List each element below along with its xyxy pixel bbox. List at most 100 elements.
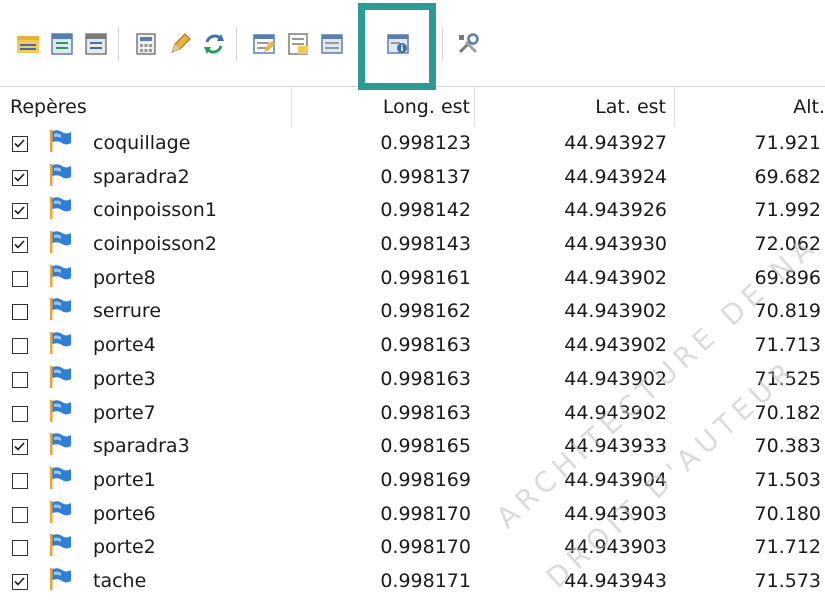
marker-latitude: 44.943924 [564,165,667,188]
marker-altitude: 70.383 [754,435,821,458]
marker-checkbox[interactable] [12,338,28,355]
marker-name: porte2 [93,536,156,559]
flag-icon [47,128,73,154]
marker-altitude: 71.992 [754,199,821,222]
marker-longitude: 0.998142 [380,199,471,222]
marker-longitude: 0.998163 [380,334,471,357]
list-item[interactable]: porte3 0.998163 44.943902 71.525 [0,363,825,397]
marker-latitude: 44.943902 [564,266,667,289]
marker-altitude: 72.062 [754,233,821,256]
column-header-name[interactable]: Repères [0,87,292,127]
flag-icon [47,162,73,188]
marker-checkbox[interactable] [12,472,28,489]
marker-longitude: 0.998169 [380,468,471,491]
table-import-icon[interactable] [80,28,112,60]
marker-longitude: 0.998170 [380,536,471,559]
marker-checkbox[interactable] [12,237,28,254]
list-highlight-icon[interactable] [282,28,314,60]
marker-name: sparadra2 [93,165,190,188]
marker-checkbox[interactable] [12,405,28,422]
marker-latitude: 44.943927 [564,132,667,154]
list-item[interactable]: porte2 0.998170 44.943903 71.712 [0,531,825,565]
marker-longitude: 0.998163 [380,401,471,424]
flag-icon [47,229,73,255]
marker-checkbox[interactable] [12,203,28,220]
marker-latitude: 44.943902 [564,300,667,323]
list-item[interactable]: porte8 0.998161 44.943902 69.896 [0,262,825,296]
marker-name: serrure [93,300,162,323]
marker-longitude: 0.998165 [380,435,471,458]
list-info-icon-selected[interactable] [382,28,414,60]
list-item[interactable]: coinpoisson1 0.998142 44.943926 71.992 [0,194,825,228]
list-item[interactable]: sparadra2 0.998137 44.943924 69.682 [0,161,825,195]
marker-name: porte3 [93,367,156,390]
marker-longitude: 0.998171 [380,569,471,592]
open-folder-icon[interactable] [12,28,44,60]
list-item[interactable]: porte6 0.998170 44.943903 70.180 [0,498,825,532]
marker-altitude: 71.573 [754,569,821,592]
flag-icon [47,398,73,424]
pencil-icon[interactable] [164,28,196,60]
marker-latitude: 44.943902 [564,401,667,424]
marker-latitude: 44.943943 [564,569,667,592]
marker-name: coinpoisson2 [93,233,217,256]
marker-checkbox[interactable] [12,573,28,590]
marker-latitude: 44.943903 [564,502,667,525]
list-item[interactable]: coquillage 0.998123 44.943927 71.921 [0,127,825,161]
marker-checkbox[interactable] [12,540,28,557]
marker-altitude: 70.180 [754,502,821,525]
list-rows: coquillage 0.998123 44.943927 71.921 sparadr… [0,127,825,599]
marker-altitude: 71.921 [754,132,821,154]
marker-checkbox[interactable] [12,506,28,523]
marker-altitude: 70.819 [754,300,821,323]
marker-checkbox[interactable] [12,371,28,388]
marker-altitude: 71.712 [754,536,821,559]
flag-icon [47,330,73,356]
marker-longitude: 0.998162 [380,300,471,323]
list-item[interactable]: porte1 0.998169 44.943904 71.503 [0,464,825,498]
list-item[interactable]: sparadra3 0.998165 44.943933 70.383 [0,430,825,464]
marker-latitude: 44.943903 [564,536,667,559]
flag-icon [47,431,73,457]
sort-ascending-icon: ^ [376,84,388,100]
tools-icon[interactable] [452,28,484,60]
marker-altitude: 71.503 [754,468,821,491]
flag-icon [47,296,73,322]
marker-altitude: 71.525 [754,367,821,390]
flag-icon [47,532,73,558]
column-header-lat[interactable]: Lat. est [475,87,675,127]
marker-longitude: 0.998163 [380,367,471,390]
marker-name: porte7 [93,401,156,424]
list-item[interactable]: porte7 0.998163 44.943902 70.182 [0,397,825,431]
marker-checkbox[interactable] [12,270,28,287]
marker-longitude: 0.998137 [380,165,471,188]
column-header-alt[interactable]: Alt. [675,87,825,127]
marker-checkbox[interactable] [12,439,28,456]
list-info-icon[interactable] [316,28,348,60]
marker-name: tache [93,569,147,592]
flag-icon [47,465,73,491]
list-item[interactable]: tache 0.998171 44.943943 71.573 [0,565,825,599]
calculator-icon[interactable] [130,28,162,60]
marker-name: porte8 [93,266,156,289]
flag-icon [47,195,73,221]
toolbar [0,0,825,90]
marker-longitude: 0.998143 [380,233,471,256]
marker-longitude: 0.998161 [380,266,471,289]
list-item[interactable]: serrure 0.998162 44.943902 70.819 [0,295,825,329]
edit-list-icon[interactable] [248,28,280,60]
marker-name: porte4 [93,334,156,357]
marker-altitude: 69.896 [754,266,821,289]
marker-latitude: 44.943902 [564,367,667,390]
marker-latitude: 44.943933 [564,435,667,458]
list-header: Repères Long. est Lat. est Alt. ^ [0,84,825,127]
marker-checkbox[interactable] [12,169,28,186]
list-item[interactable]: porte4 0.998163 44.943902 71.713 [0,329,825,363]
table-export-icon[interactable] [46,28,78,60]
marker-checkbox[interactable] [12,136,28,152]
marker-checkbox[interactable] [12,304,28,321]
marker-altitude: 70.182 [754,401,821,424]
list-item[interactable]: coinpoisson2 0.998143 44.943930 72.062 [0,228,825,262]
refresh-icon[interactable] [198,28,230,60]
marker-name: coquillage [93,132,191,154]
